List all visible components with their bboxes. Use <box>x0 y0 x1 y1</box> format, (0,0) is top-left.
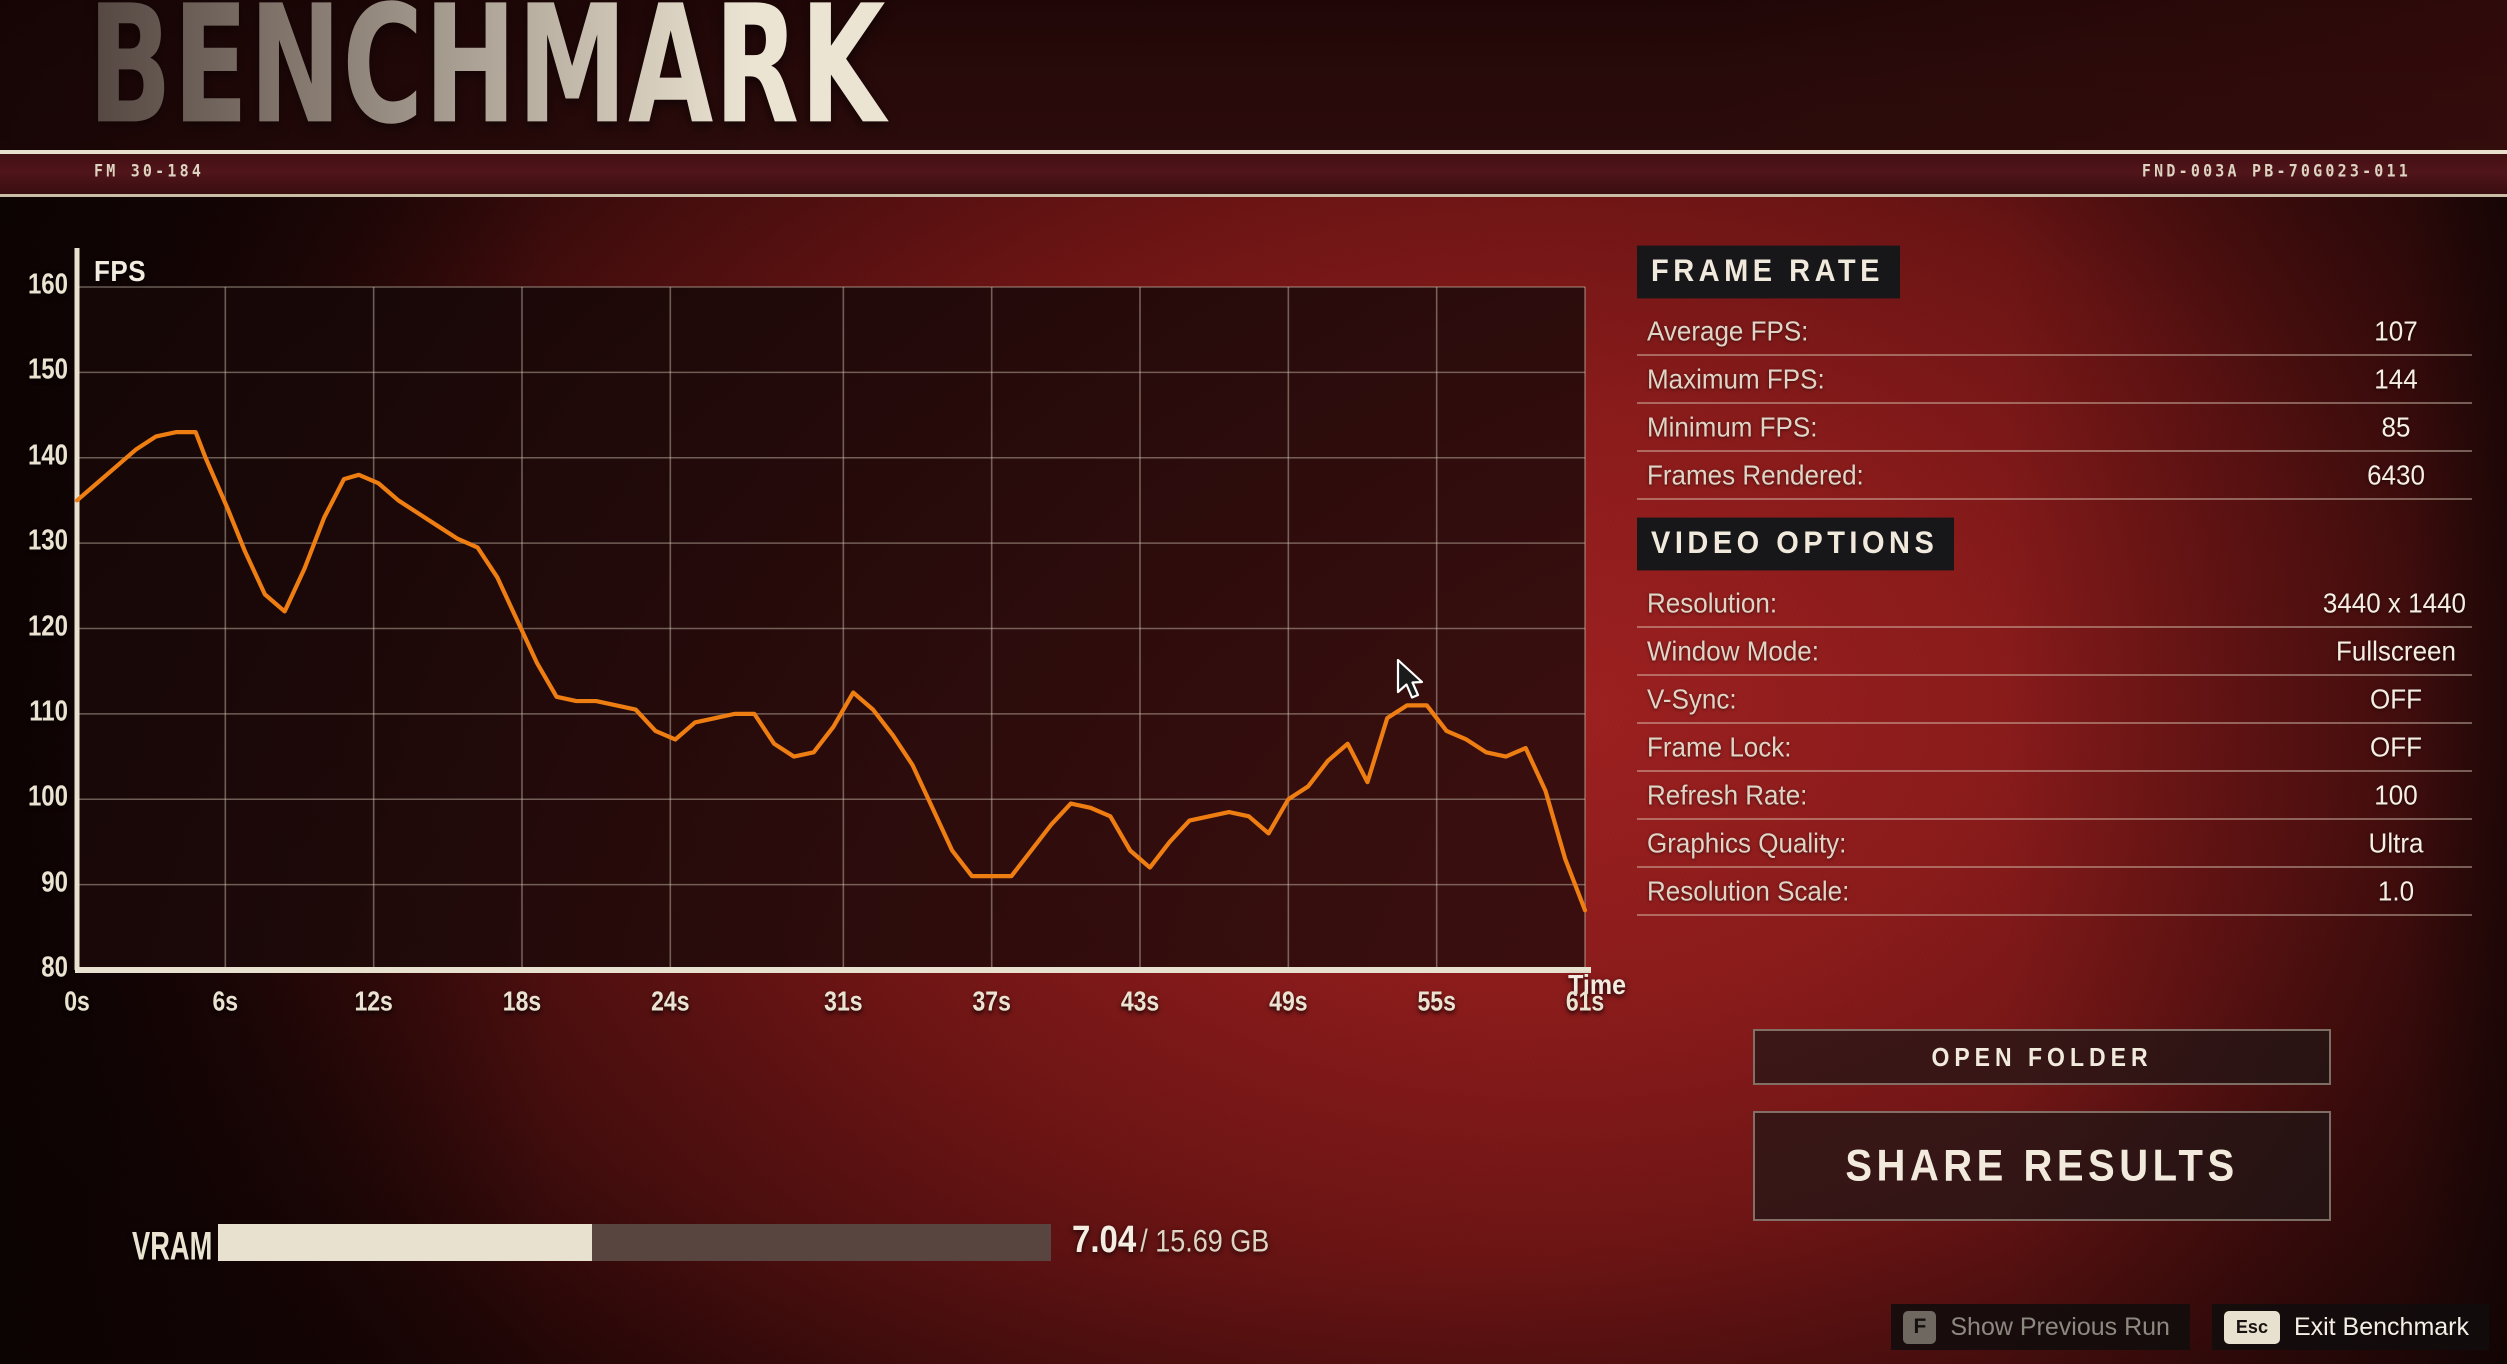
chart-y-tick-label: 140 <box>27 439 68 472</box>
hint-label-exit-benchmark: Exit Benchmark <box>2293 1312 2469 1341</box>
chart-x-tick-label: 55s <box>1417 985 1456 1017</box>
video-option-value: OFF <box>2370 730 2422 763</box>
chart-x-tick-label: 61s <box>1565 985 1605 1017</box>
stat-row: Minimum FPS: 85 <box>1637 404 2472 452</box>
chart-y-tick-label: 80 <box>41 951 68 984</box>
video-option-label: Resolution: <box>1647 586 1778 619</box>
video-options-section: VIDEO OPTIONS Resolution: 3440 x 1440 Wind… <box>1637 517 2472 916</box>
vram-readout: 7.04/ 15.69 GB <box>1072 1216 1270 1260</box>
video-options-rows: Resolution: 3440 x 1440 Window Mode: Fullsc… <box>1637 580 2472 916</box>
chart-y-tick-label: 100 <box>27 780 68 813</box>
header-code-left: FM 30-184 <box>94 160 205 182</box>
vram-total-value: / 15.69 GB <box>1140 1223 1270 1259</box>
chart-x-tick-label: 18s <box>502 985 542 1017</box>
frame-rate-label: Minimum FPS: <box>1647 410 1818 443</box>
chart-y-tick-label: 150 <box>27 353 68 386</box>
frame-rate-heading: FRAME RATE <box>1637 245 1900 299</box>
vram-progress-fill <box>218 1224 593 1261</box>
video-option-value: 3440 x 1440 <box>2322 586 2466 619</box>
chart-x-tick-label: 31s <box>824 985 863 1017</box>
video-option-value: 1.0 <box>2377 874 2415 907</box>
video-option-value: 100 <box>2374 778 2418 811</box>
frame-rate-section: FRAME RATE Average FPS: 107 Maximum FPS: 14… <box>1637 245 2472 500</box>
share-results-label: SHARE RESULTS <box>1845 1140 2239 1191</box>
key-esc-icon: Esc <box>2223 1310 2280 1344</box>
frame-rate-label: Frames Rendered: <box>1647 458 1864 491</box>
page-title: BENCHMARK <box>88 0 887 150</box>
chart-y-tick-label: 110 <box>29 695 68 728</box>
header-divider-bottom <box>0 194 2507 197</box>
action-buttons: OPEN FOLDER SHARE RESULTS <box>1753 1029 2331 1221</box>
stat-row: Frames Rendered: 6430 <box>1637 452 2472 500</box>
chart-y-axis-title: FPS <box>94 254 147 288</box>
video-option-value: OFF <box>2370 682 2422 715</box>
video-option-label: Refresh Rate: <box>1647 778 1808 811</box>
stat-row: Frame Lock: OFF <box>1637 724 2472 772</box>
header-subbar <box>0 154 2507 194</box>
frame-rate-label: Average FPS: <box>1647 314 1809 347</box>
video-option-value: Fullscreen <box>2336 634 2456 667</box>
chart-y-tick-label: 120 <box>27 609 68 642</box>
hint-label-show-previous-run: Show Previous Run <box>1950 1312 2170 1341</box>
chart-x-tick-label: 43s <box>1120 985 1160 1017</box>
hint-show-previous-run[interactable]: F Show Previous Run <box>1891 1304 2190 1350</box>
stat-row: Graphics Quality: Ultra <box>1637 820 2472 868</box>
stat-row: Average FPS: 107 <box>1637 308 2472 356</box>
fps-chart-panel: FPS Time 80 90 100 110 120 130 140 150 160 0s 6s 12… <box>28 248 1634 1018</box>
key-f-icon: F <box>1903 1310 1937 1344</box>
chart-x-tick-label: 24s <box>651 985 690 1017</box>
chart-y-tick-label: 130 <box>27 524 68 557</box>
video-option-label: Frame Lock: <box>1647 730 1792 763</box>
key-hints: F Show Previous Run Esc Exit Benchmark <box>1891 1304 2489 1350</box>
share-results-button[interactable]: SHARE RESULTS <box>1753 1111 2331 1221</box>
header-code-right: FND-003A PB-70G023-011 <box>2141 160 2411 182</box>
fps-chart-svg <box>74 248 1591 973</box>
vram-label: VRAM <box>132 1223 213 1269</box>
vram-progress-track <box>218 1224 1051 1261</box>
chart-y-tick-label: 160 <box>27 268 68 301</box>
header-bar: BENCHMARK <box>0 0 2507 150</box>
open-folder-label: OPEN FOLDER <box>1931 1041 2153 1071</box>
results-panel: FRAME RATE Average FPS: 107 Maximum FPS: 14… <box>1637 245 2472 916</box>
chart-x-tick-label: 0s <box>64 985 90 1017</box>
open-folder-button[interactable]: OPEN FOLDER <box>1753 1029 2331 1085</box>
video-options-heading: VIDEO OPTIONS <box>1637 517 1955 571</box>
frame-rate-value: 85 <box>2381 410 2411 443</box>
frame-rate-value: 144 <box>2374 362 2418 395</box>
chart-x-tick-label: 37s <box>972 985 1011 1017</box>
stat-row: Maximum FPS: 144 <box>1637 356 2472 404</box>
chart-x-tick-label: 49s <box>1269 985 1308 1017</box>
chart-x-tick-label: 12s <box>354 985 393 1017</box>
video-option-label: Resolution Scale: <box>1647 874 1850 907</box>
chart-y-tick-label: 90 <box>41 866 68 898</box>
frame-rate-value: 6430 <box>2367 458 2425 491</box>
vram-meter: VRAM 7.04/ 15.69 GB <box>132 1216 1282 1269</box>
hint-exit-benchmark[interactable]: Esc Exit Benchmark <box>2211 1304 2489 1350</box>
frame-rate-label: Maximum FPS: <box>1647 362 1825 395</box>
stat-row: Resolution Scale: 1.0 <box>1637 868 2472 916</box>
video-option-label: V-Sync: <box>1647 682 1737 715</box>
video-option-label: Graphics Quality: <box>1647 826 1847 859</box>
vram-used-value: 7.04 <box>1072 1216 1137 1260</box>
frame-rate-rows: Average FPS: 107 Maximum FPS: 144 Minimum FP… <box>1637 308 2472 500</box>
stat-row: Window Mode: Fullscreen <box>1637 628 2472 676</box>
stat-row: Refresh Rate: 100 <box>1637 772 2472 820</box>
frame-rate-value: 107 <box>2374 314 2418 347</box>
stat-row: Resolution: 3440 x 1440 <box>1637 580 2472 628</box>
video-option-label: Window Mode: <box>1647 634 1819 667</box>
chart-x-tick-label: 6s <box>212 985 239 1017</box>
stat-row: V-Sync: OFF <box>1637 676 2472 724</box>
video-option-value: Ultra <box>2368 826 2424 859</box>
